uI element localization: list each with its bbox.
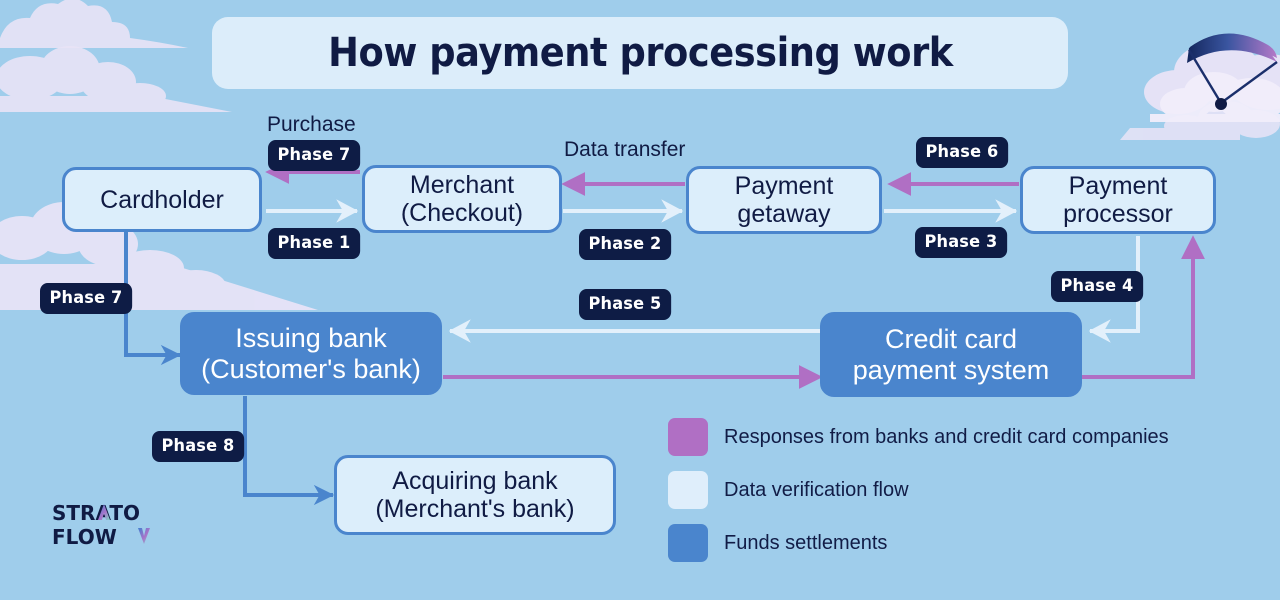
legend-label-responses: Responses from banks and credit card com… [724, 425, 1169, 448]
cloud-top-right-thin [1120, 101, 1280, 140]
node-payment-processor-line1: Payment [1068, 172, 1168, 200]
diagram-canvas: How payment processing work Purchase Dat… [0, 0, 1280, 600]
node-merchant-line1: Merchant [409, 171, 515, 199]
logo-line1: STRATO [52, 501, 140, 525]
node-credit-card-line1: Credit card [884, 324, 1018, 355]
node-merchant[interactable]: Merchant (Checkout) [362, 165, 562, 233]
phase-chip-8: Phase 8 [152, 431, 245, 462]
node-issuing-bank-line2: (Customer's bank) [201, 353, 421, 384]
cloud-right-lower [1150, 72, 1280, 122]
phase-chip-3: Phase 3 [915, 227, 1008, 258]
node-payment-gateway-line1: Payment [734, 172, 834, 200]
arrow-issuing-bank-to-acquiring-bank [243, 396, 335, 506]
label-purchase: Purchase [267, 113, 356, 136]
page-title: How payment processing work [327, 30, 953, 76]
phase-chip-5: Phase 5 [579, 289, 672, 320]
node-payment-processor[interactable]: Payment processor [1020, 166, 1216, 234]
node-acquiring-bank-line1: Acquiring bank [392, 467, 558, 495]
logo-line2: FLOW [52, 525, 117, 548]
arrow-credit-card-to-processor [1082, 235, 1205, 379]
title-panel: How payment processing work [212, 17, 1068, 89]
node-payment-processor-line2: processor [1063, 200, 1173, 228]
node-acquiring-bank[interactable]: Acquiring bank (Merchant's bank) [334, 455, 616, 535]
phase-chip-1: Phase 1 [268, 228, 361, 259]
cloud-right-big [1144, 42, 1280, 114]
node-payment-gateway-line2: getaway [737, 200, 831, 228]
node-credit-card-line2: payment system [852, 354, 1050, 385]
phase-chip-7-top: Phase 7 [268, 140, 361, 171]
node-acquiring-bank-line2: (Merchant's bank) [375, 495, 575, 523]
legend-item-data-verification: Data verification flow [668, 471, 1228, 509]
node-issuing-bank-line1: Issuing bank [235, 323, 387, 354]
paraglider-icon [1187, 33, 1278, 110]
node-issuing-bank[interactable]: Issuing bank (Customer's bank) [180, 312, 442, 395]
cloud-top-left-1 [0, 46, 232, 112]
legend-item-funds-settlements: Funds settlements [668, 524, 1228, 562]
legend-item-responses: Responses from banks and credit card com… [668, 418, 1228, 456]
cloud-group-top-left [0, 0, 188, 48]
legend-label-data-verification: Data verification flow [724, 478, 909, 501]
legend-label-funds-settlements: Funds settlements [724, 531, 888, 554]
phase-chip-2: Phase 2 [579, 229, 672, 260]
legend-swatch-funds-settlements [668, 524, 708, 562]
node-credit-card-payment-system[interactable]: Credit card payment system [820, 312, 1082, 397]
node-cardholder-line1: Cardholder [100, 185, 224, 214]
node-merchant-line2: (Checkout) [400, 199, 524, 227]
label-data-transfer: Data transfer [564, 138, 686, 161]
legend-swatch-data-verification [668, 471, 708, 509]
stratoflow-logo: STRATO FLOW [52, 501, 150, 548]
phase-chip-6: Phase 6 [916, 137, 1009, 168]
legend: Responses from banks and credit card com… [668, 418, 1228, 577]
node-cardholder[interactable]: Cardholder [62, 167, 262, 232]
legend-swatch-responses [668, 418, 708, 456]
phase-chip-7-left: Phase 7 [40, 283, 133, 314]
node-payment-gateway[interactable]: Payment getaway [686, 166, 882, 234]
arrow-cardholder-to-issuing-bank [124, 232, 182, 366]
phase-chip-4: Phase 4 [1051, 271, 1144, 302]
